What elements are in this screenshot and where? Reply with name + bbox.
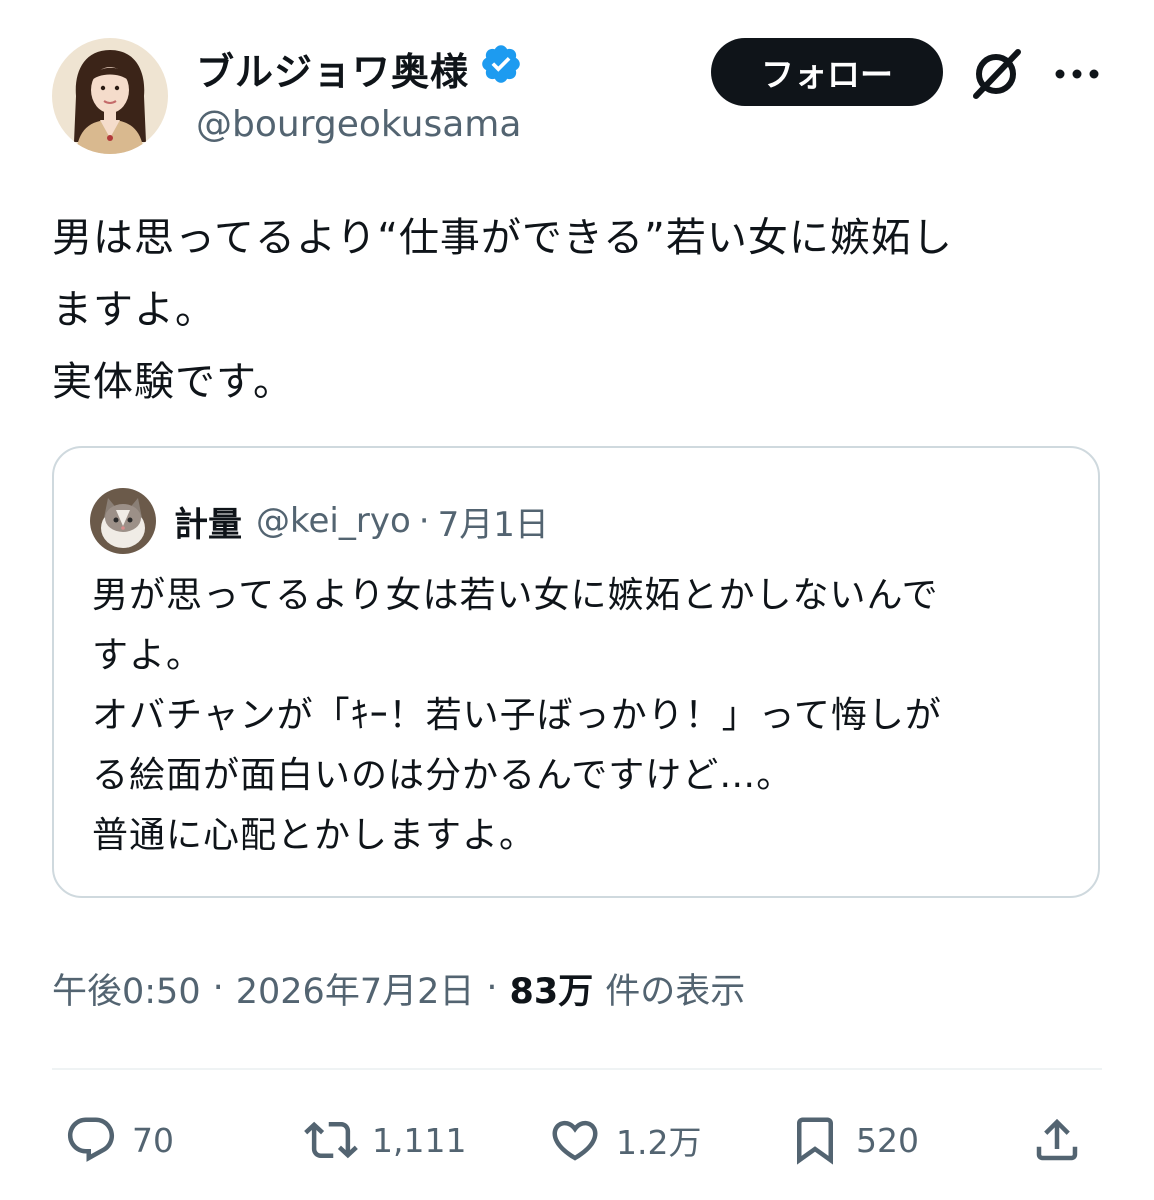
quote-text-line: 普通に心配とかしますよ。 [92, 815, 537, 856]
divider [52, 1068, 1102, 1070]
verified-badge-icon [479, 42, 523, 95]
bookmark-count: 520 [856, 1120, 919, 1160]
quote-author-handle[interactable]: @kei_ryo [256, 501, 411, 541]
meta-separator: · [212, 968, 224, 1008]
tweet-text: 男は思ってるより“仕事ができる”若い女に嫉妬し ますよ。 実体験です。 [52, 202, 1112, 418]
quote-text-line: 男が思ってるより女は若い女に嫉妬とかしないんで [92, 575, 939, 616]
quote-text-line: オバチャンが「ｷｰ！若い子ばっかり！」って悔しが [92, 695, 942, 736]
bookmark-button[interactable]: 520 [788, 1108, 919, 1172]
author-avatar[interactable] [52, 38, 168, 154]
retweet-button[interactable]: 1,111 [304, 1108, 466, 1172]
retweet-count: 1,111 [372, 1120, 467, 1160]
more-options-icon[interactable] [1052, 56, 1102, 92]
tweet-time[interactable]: 午後0:50 [52, 963, 201, 1014]
bookmark-icon [797, 1117, 833, 1165]
quote-author-name[interactable]: 計量 [174, 497, 242, 546]
reply-count: 70 [132, 1120, 174, 1160]
share-icon [1036, 1118, 1078, 1161]
heart-icon [552, 1120, 598, 1161]
tweet-text-line: 実体験です。 [52, 359, 294, 405]
author-display-name[interactable]: ブルジョワ奥様 [196, 41, 469, 96]
views-count[interactable]: 83万 [510, 963, 594, 1014]
share-button[interactable] [1030, 1108, 1084, 1172]
quote-header: 計量 @kei_ryo · 7月1日 [174, 497, 549, 546]
follow-button[interactable]: フォロー [711, 38, 943, 106]
views-label[interactable]: 件の表示 [605, 963, 745, 1014]
quote-text-line: る絵面が面白いのは分かるんですけど…。 [92, 755, 794, 796]
quote-separator: · [418, 501, 430, 541]
quoted-tweet-card[interactable]: 計量 @kei_ryo · 7月1日 男が思ってるより女は若い女に嫉妬とかしない… [52, 446, 1100, 898]
quote-date[interactable]: 7月1日 [438, 497, 549, 546]
quote-text: 男が思ってるより女は若い女に嫉妬とかしないんで すよ。 オバチャンが「ｷｰ！若い… [92, 566, 1092, 866]
author-display-name-row[interactable]: ブルジョワ奥様 [196, 40, 523, 96]
meta-separator: · [486, 968, 498, 1008]
quote-text-line: すよ。 [92, 635, 204, 676]
tweet-meta: 午後0:50 · 2026年7月2日 · 83万 件の表示 [52, 960, 745, 1016]
reply-button[interactable]: 70 [64, 1108, 174, 1172]
like-button[interactable]: 1.2万 [548, 1108, 701, 1172]
tweet-text-line: ますよ。 [52, 287, 216, 333]
author-handle[interactable]: @bourgeokusama [196, 104, 521, 145]
retweet-icon [304, 1121, 358, 1159]
grok-icon[interactable] [966, 44, 1026, 104]
quote-author-avatar[interactable] [90, 488, 156, 554]
reply-icon [67, 1117, 115, 1162]
tweet-text-line: 男は思ってるより“仕事ができる”若い女に嫉妬し [52, 215, 953, 261]
like-count: 1.2万 [616, 1123, 702, 1162]
tweet-date[interactable]: 2026年7月2日 [236, 963, 475, 1014]
